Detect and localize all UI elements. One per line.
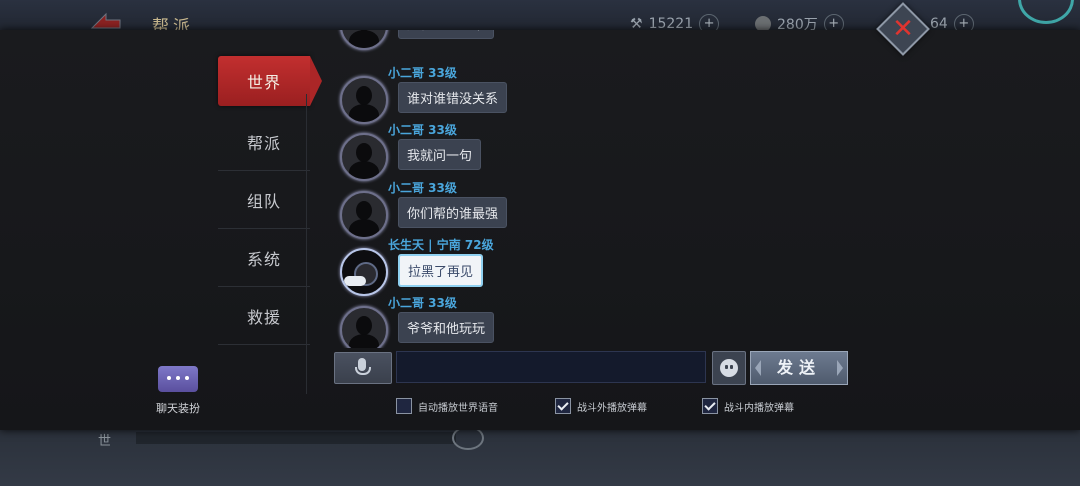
chat-message: 小二哥 33级 谁对谁错没关系 [336, 64, 716, 124]
voice-button[interactable] [334, 352, 392, 384]
bottom-chat-strip[interactable] [136, 432, 456, 444]
bottom-channel-label: 世 [98, 434, 112, 449]
chat-message: 小二哥 33级 我就问一句 [336, 121, 716, 181]
avatar[interactable] [340, 30, 388, 50]
sender-name[interactable]: 小二哥 33级 [388, 179, 457, 196]
chat-decor-button[interactable]: 聊天装扮 [148, 366, 208, 416]
send-button[interactable]: 发送 [750, 351, 848, 385]
message-text: 你们帮的谁最强 [398, 197, 508, 228]
message-text: 谁对谁错没关系 [398, 82, 508, 113]
chat-message: 长生天 | 宁南 72级 拉黑了再见 [336, 236, 716, 296]
option-label: 战斗内播放弹幕 [724, 402, 794, 414]
checkbox[interactable] [396, 398, 412, 414]
chat-bubble-icon [158, 366, 198, 392]
checkbox[interactable] [555, 398, 571, 414]
bottom-hud-bar: 世 [0, 426, 1080, 486]
message-text: 拉黑了再见 [398, 254, 484, 287]
tab-world[interactable]: 世界 [218, 56, 322, 106]
option-auto-voice[interactable]: 自动播放世界语音 [396, 398, 498, 414]
chat-message-list[interactable]: 还在我们的帮 小二哥 33级 谁对谁错没关系 小二哥 33级 我就问一句 小二哥… [336, 30, 716, 348]
chat-message: 小二哥 33级 爷爷和他玩玩 [336, 294, 716, 348]
avatar[interactable] [340, 191, 388, 239]
chat-message: 还在我们的帮 [336, 30, 716, 50]
chat-panel: 世界 帮派 组队 系统 救援 聊天装扮 还在我们的帮 小二哥 33级 谁对谁错没… [0, 30, 1080, 430]
sender-name[interactable]: 长生天 | 宁南 72级 [388, 236, 494, 253]
sender-name[interactable]: 小二哥 33级 [388, 64, 457, 81]
message-text: 爷爷和他玩玩 [398, 312, 495, 343]
sender-name[interactable]: 小二哥 33级 [388, 121, 457, 138]
avatar[interactable] [340, 76, 388, 124]
tab-rescue[interactable]: 救援 [218, 287, 310, 345]
menu-ring-icon[interactable] [1018, 0, 1074, 24]
option-danmaku-outside[interactable]: 战斗外播放弹幕 [555, 398, 647, 414]
chat-message: 小二哥 33级 你们帮的谁最强 [336, 179, 716, 239]
checkbox[interactable] [702, 398, 718, 414]
tab-divider [306, 94, 307, 394]
sender-name[interactable]: 小二哥 33级 [388, 294, 457, 311]
message-text: 还在我们的帮 [398, 30, 495, 39]
emoji-icon [720, 359, 738, 377]
message-text: 我就问一句 [398, 139, 482, 170]
chat-input[interactable] [396, 351, 706, 383]
option-danmaku-inside[interactable]: 战斗内播放弹幕 [702, 398, 794, 414]
close-icon: ✕ [892, 14, 914, 44]
tab-system[interactable]: 系统 [218, 229, 310, 287]
tab-guild[interactable]: 帮派 [218, 113, 310, 171]
option-label: 战斗外播放弹幕 [577, 402, 647, 414]
avatar[interactable] [340, 306, 388, 348]
emoji-button[interactable] [712, 351, 746, 385]
chat-decor-label: 聊天装扮 [156, 402, 200, 415]
avatar[interactable] [340, 248, 388, 296]
channel-tabs: 世界 帮派 组队 系统 救援 [218, 56, 322, 345]
tab-team[interactable]: 组队 [218, 171, 310, 229]
option-label: 自动播放世界语音 [418, 402, 498, 414]
avatar[interactable] [340, 133, 388, 181]
